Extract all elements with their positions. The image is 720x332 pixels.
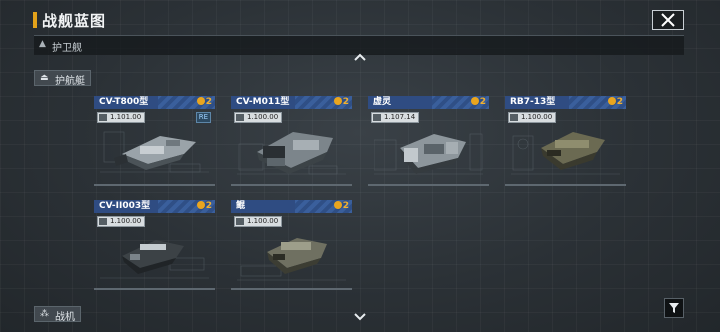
card-underline — [368, 184, 489, 186]
cost-badge: 2 — [196, 96, 212, 109]
blueprint-card[interactable]: CV-M011型 2 1.100.00 — [231, 96, 352, 186]
ship-image — [237, 132, 346, 175]
re-tag: RE — [195, 112, 211, 123]
ship-image — [100, 131, 209, 173]
version-label: 1.100.00 — [508, 112, 557, 123]
blueprint-card[interactable]: 虚灵 2 1.107.14 — [368, 96, 489, 186]
version-icon — [236, 114, 244, 121]
ship-image — [237, 238, 346, 281]
card-underline — [505, 184, 626, 186]
version-label: 1.100.00 — [234, 216, 283, 227]
close-button[interactable] — [652, 10, 684, 30]
version-icon — [236, 218, 244, 225]
ship-name: RB7-13型 — [510, 97, 556, 107]
title-accent — [33, 12, 37, 28]
version-label: 1.107.14 — [371, 112, 420, 123]
blueprint-card[interactable]: CV-II003型 2 1.100.00 — [94, 200, 215, 290]
escort-icon: ⏏ — [40, 73, 49, 83]
coin-icon — [607, 97, 616, 105]
fighter-icon: ⁂ — [40, 309, 49, 319]
ship-image — [100, 240, 209, 279]
cost-badge: 2 — [333, 96, 349, 109]
version-icon — [373, 114, 381, 121]
close-icon — [661, 13, 675, 27]
filter-button[interactable] — [664, 298, 684, 318]
ship-name: CV-T800型 — [99, 97, 149, 107]
card-underline — [94, 184, 215, 186]
collapse-icon: ▲ — [39, 39, 46, 49]
coin-icon — [196, 201, 205, 209]
ship-image — [511, 132, 620, 175]
card-underline — [94, 288, 215, 290]
filter-icon — [669, 303, 679, 313]
ship-name: CV-M011型 — [236, 97, 290, 107]
version-icon — [99, 218, 107, 225]
ship-name: 鲲 — [236, 201, 246, 211]
card-underline — [231, 184, 352, 186]
coin-icon — [333, 97, 342, 105]
coin-icon — [470, 97, 479, 105]
ship-name: 虚灵 — [373, 97, 392, 107]
cost-badge: 2 — [470, 96, 486, 109]
category-escort-label: 护航艇 — [55, 76, 85, 87]
page-title: 战舰蓝图 — [42, 12, 107, 30]
blueprint-card[interactable]: RB7-13型 2 1.100.00 — [505, 96, 626, 186]
cost-badge: 2 — [196, 200, 212, 213]
card-underline — [231, 288, 352, 290]
version-icon — [510, 114, 518, 121]
category-escort: ⏏ 护航艇 — [34, 70, 91, 87]
category-fighter-label: 战机 — [55, 312, 75, 323]
coin-icon — [196, 97, 205, 105]
cost-badge: 2 — [607, 96, 623, 109]
chevron-up-icon[interactable] — [352, 52, 368, 62]
coin-icon — [333, 201, 342, 209]
version-label: 1.101.00 — [97, 112, 146, 123]
version-label: 1.100.00 — [234, 112, 283, 123]
version-label: 1.100.00 — [97, 216, 146, 227]
category-fighter: ⁂ 战机 — [34, 306, 81, 323]
version-icon — [99, 114, 107, 121]
chevron-down-icon[interactable] — [352, 312, 368, 322]
cost-badge: 2 — [333, 200, 349, 213]
blueprint-card[interactable]: CV-T800型 2 1.101.00 RE — [94, 96, 215, 186]
section-label: 护卫舰 — [52, 43, 82, 54]
ship-name: CV-II003型 — [99, 201, 151, 211]
ship-image — [374, 133, 483, 175]
blueprint-card[interactable]: 鲲 2 1.100.00 — [231, 200, 352, 290]
